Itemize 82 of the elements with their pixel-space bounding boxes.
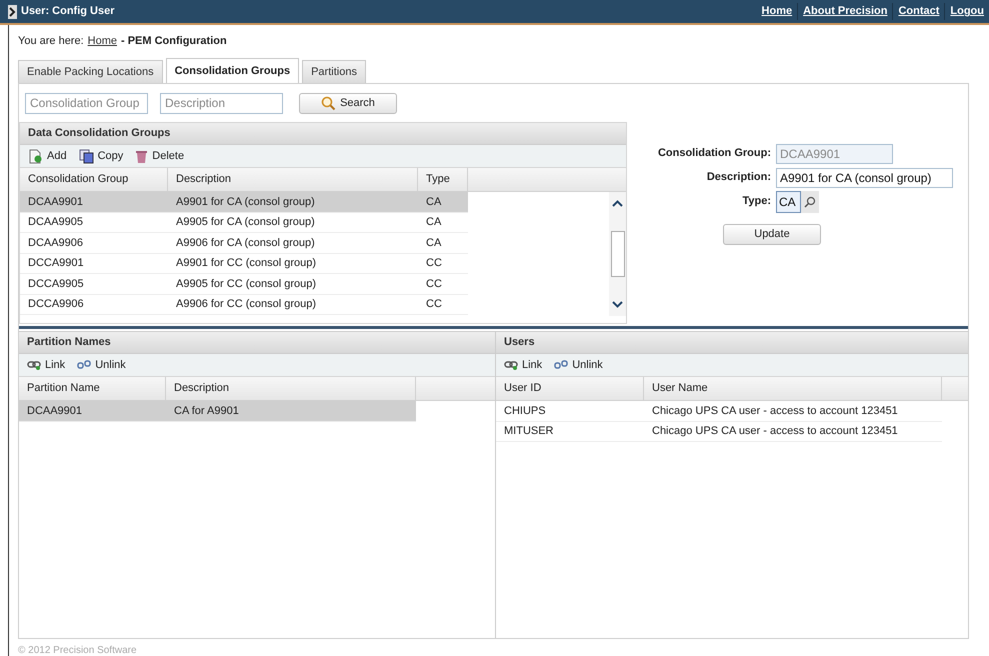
table-cell-text: DCAA9901 [26, 404, 84, 418]
breadcrumb-current: - PEM Configuration [121, 34, 227, 49]
table-cell-text: CC [425, 256, 443, 271]
table-cell-text: A9901 for CA (consol group) [175, 194, 316, 210]
tab[interactable]: Enable Packing Locations [18, 60, 163, 83]
search-field[interactable]: Consolidation Group [25, 92, 148, 114]
chevron-up-icon[interactable] [612, 200, 623, 207]
panel-header: Data Consolidation Groups [20, 123, 626, 145]
toolbar-button[interactable]: Unlink [77, 356, 126, 374]
table-cell-text: CA for A9901 [173, 404, 240, 418]
search-icon [804, 196, 816, 208]
form-field[interactable]: A9901 for CA (consol group) [776, 168, 953, 188]
tab[interactable]: Partitions [302, 60, 366, 83]
column-header[interactable]: Consolidation Group [20, 168, 168, 191]
table-cell-text: DCCA9906 [27, 297, 85, 312]
column-header[interactable]: Description [166, 377, 416, 400]
toolbar-button[interactable]: Link [504, 356, 542, 374]
column-header[interactable]: Partition Name [19, 377, 166, 400]
copy-icon [78, 148, 94, 164]
nav-link[interactable]: Contact [892, 3, 944, 20]
column-header[interactable]: User ID [496, 377, 644, 400]
search-field[interactable]: Description [160, 92, 283, 114]
table-cell-text: DCAA9905 [27, 215, 84, 230]
table-cell-text: A9906 for CA (consol group) [175, 236, 316, 250]
table-cell-text: CC [425, 297, 443, 312]
tab[interactable]: Consolidation Groups [166, 58, 300, 83]
nav-link[interactable]: Logou [944, 3, 989, 20]
table-cell-text: DCAA9906 [27, 236, 84, 250]
toolbar-button[interactable]: Copy [78, 148, 124, 164]
panel-header: Users [496, 332, 968, 354]
table-cell-text: DCCA9905 [27, 276, 85, 292]
panel-header: Partition Names [19, 332, 495, 354]
table-cell-text: CHIUPS [503, 404, 547, 418]
table-cell-text: Chicago UPS CA user - access to account 123451 [651, 424, 899, 439]
table-row[interactable]: DCAA9901 CA for A9901 [19, 401, 416, 422]
nav-link[interactable]: About Precision [797, 3, 892, 20]
form-label: Consolidation Group: [656, 146, 771, 162]
form-label: Description: [706, 170, 771, 186]
search-button[interactable]: Search [299, 92, 397, 114]
search-icon [321, 96, 336, 110]
table-cell-text: CA [425, 194, 442, 210]
table-cell-text: A9906 for CC (consol group) [175, 297, 318, 312]
toolbar-button[interactable]: Add [28, 148, 67, 164]
table-row[interactable]: DCCA9906 A9906 for CC (consol group) CC [20, 294, 468, 315]
lookup-button[interactable] [801, 190, 819, 212]
chevron-right-icon [8, 4, 17, 18]
table-cell-text: CC [425, 276, 443, 292]
toolbar-button[interactable]: Link [27, 356, 66, 374]
copyright-text: © 2012 Precision Software [18, 645, 138, 656]
table-row[interactable]: DCAA9901 A9901 for CA (consol group) CA [20, 192, 468, 212]
chevron-down-icon[interactable] [612, 301, 623, 308]
table-row[interactable]: DCCA9901 A9901 for CC (consol group) CC [20, 254, 468, 274]
broken-link-icon [77, 359, 92, 371]
table-cell-text: MITUSER [503, 424, 554, 439]
column-header[interactable]: Type [418, 168, 468, 191]
toolbar-button[interactable]: Unlink [554, 356, 603, 374]
table-cell-text: CA [425, 215, 442, 230]
update-button[interactable]: Update [723, 224, 821, 245]
breadcrumb-label: You are here: [18, 34, 84, 49]
table-cell-text: A9905 for CC (consol group) [175, 276, 318, 292]
type-field[interactable]: CA [776, 190, 801, 212]
column-header[interactable]: Description [168, 168, 418, 191]
table-row[interactable]: MITUSER Chicago UPS CA user - access to account 123451 [496, 422, 942, 442]
table-row[interactable]: DCAA9905 A9905 for CA (consol group) CA [20, 212, 468, 233]
scrollbar[interactable] [609, 192, 626, 316]
table-cell-text: A9905 for CA (consol group) [175, 215, 316, 230]
trash-icon [135, 148, 148, 164]
table-cell-text: A9901 for CC (consol group) [175, 256, 318, 271]
chain-link-icon [27, 359, 41, 371]
add-document-icon [28, 148, 43, 164]
breadcrumb-link[interactable]: Home [88, 32, 117, 50]
table-cell-text: CA [425, 236, 442, 250]
column-header[interactable]: User Name [644, 377, 942, 400]
table-cell-text: DCAA9901 [27, 194, 84, 210]
window-title: User: Config User [21, 4, 115, 20]
chain-link-icon [504, 359, 518, 371]
table-cell-text: Chicago UPS CA user - access to account 123451 [651, 404, 899, 418]
table-cell-text: DCCA9901 [27, 256, 85, 271]
broken-link-icon [554, 359, 568, 371]
nav-link[interactable]: Home [756, 3, 798, 20]
form-label: Type: [741, 194, 771, 210]
toolbar-button[interactable]: Delete [135, 148, 184, 164]
